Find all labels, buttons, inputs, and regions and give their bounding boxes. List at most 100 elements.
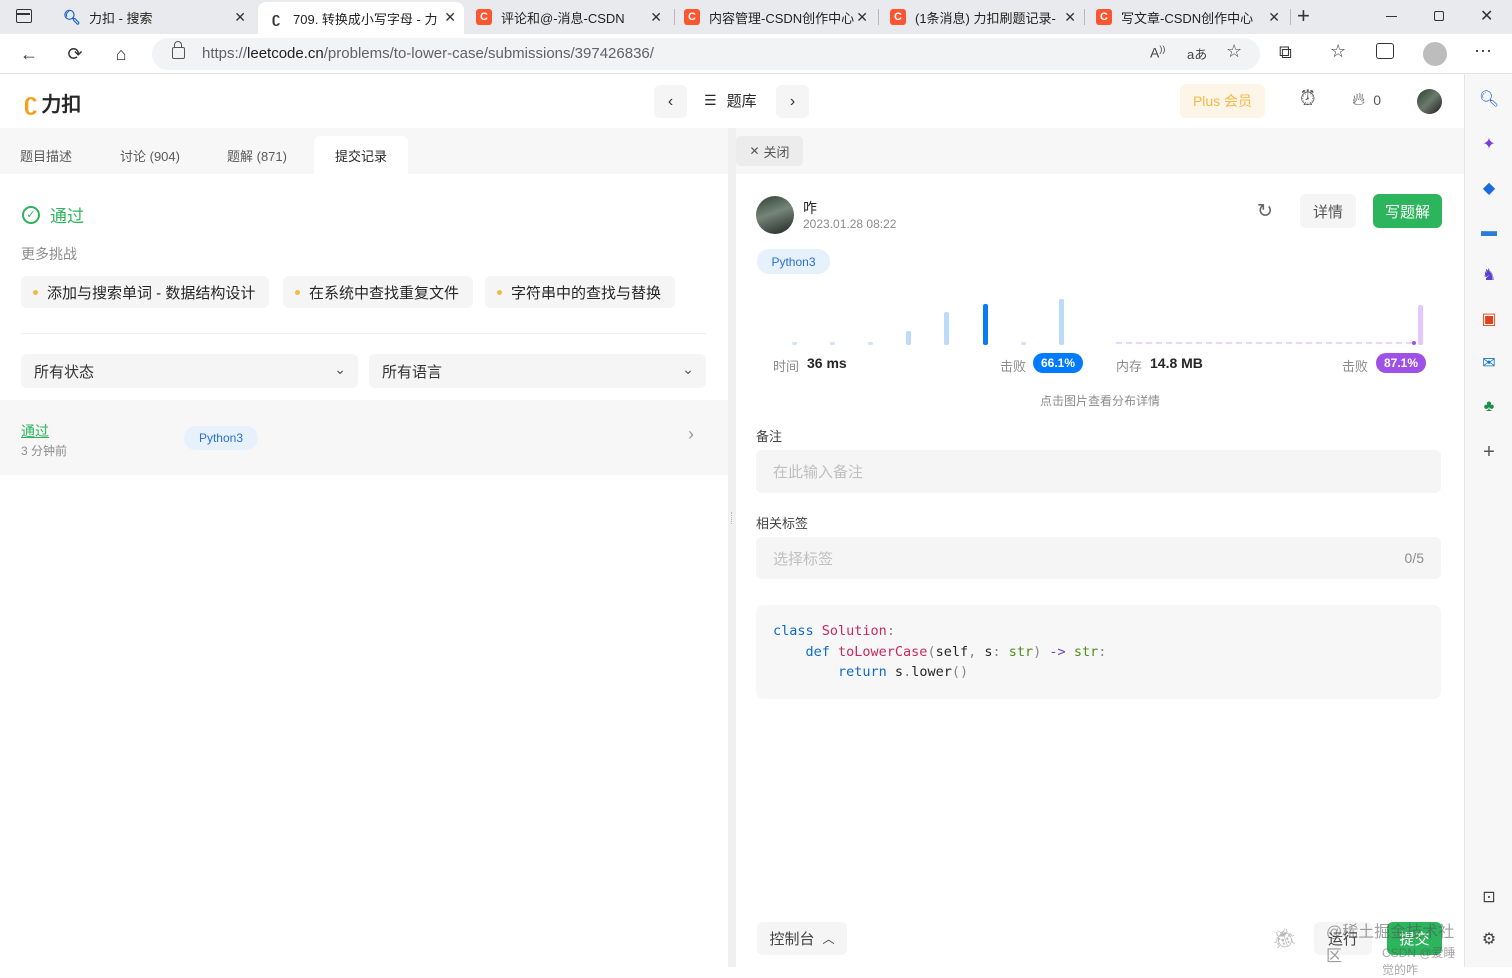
write-solution-button[interactable]: 写题解	[1373, 194, 1442, 228]
challenge-chip[interactable]: 添加与搜索单词 - 数据结构设计	[21, 276, 270, 308]
prev-problem-button[interactable]: ‹	[654, 85, 687, 118]
user-avatar[interactable]	[756, 196, 794, 234]
notes-input[interactable]: 在此输入备注	[756, 450, 1441, 493]
office-icon[interactable]: ▣	[1479, 309, 1499, 329]
beat-label: 击败	[1000, 359, 1027, 374]
profile-avatar[interactable]	[1423, 42, 1447, 66]
url-text: https://leetcode.cn/problems/to-lower-ca…	[202, 45, 654, 62]
memory-label: 内存	[1116, 359, 1143, 374]
close-icon: ✕	[749, 144, 760, 158]
restore-button[interactable]	[1434, 11, 1444, 21]
tab-solutions[interactable]: 题解 (871)	[216, 136, 298, 174]
home-icon[interactable]: ⌂	[109, 42, 133, 66]
time-value: 36 ms	[807, 355, 847, 371]
tab-title: 力扣 - 搜索	[89, 10, 153, 26]
lock-icon[interactable]	[172, 41, 185, 59]
more-menu-icon[interactable]: ···	[1474, 40, 1492, 61]
browser-tab-leetcode[interactable]: ʗ 709. 转换成小写字母 - 力 ✕	[258, 2, 464, 34]
next-problem-button[interactable]: ›	[776, 85, 809, 118]
debug-icon[interactable]: 🐞︎	[1272, 926, 1297, 951]
translate-icon[interactable]: aあ	[1187, 44, 1207, 63]
left-panel: 题目描述 讨论 (904) 题解 (871) 提交记录 ✓ 通过 更多挑战 添加…	[0, 128, 728, 967]
close-icon[interactable]: ✕	[1268, 9, 1280, 26]
memory-beat-badge: 87.1%	[1376, 353, 1426, 373]
collections-icon[interactable]	[1376, 43, 1394, 59]
outlook-icon[interactable]: ✉	[1479, 353, 1499, 373]
close-icon[interactable]: ✕	[1064, 9, 1076, 26]
details-button[interactable]: 详情	[1300, 194, 1356, 228]
plus-membership-button[interactable]: Plus 会员	[1180, 84, 1265, 118]
browser-address-bar: ← ⟳ ⌂ https://leetcode.cn/problems/to-lo…	[0, 34, 1512, 74]
tree-icon[interactable]: ♣	[1479, 397, 1499, 417]
back-icon[interactable]: ←	[17, 42, 41, 66]
streak-count: 0	[1373, 91, 1382, 108]
browser-tab-search[interactable]: 🔍︎ 力扣 - 搜索 ✕	[54, 2, 254, 32]
sparkle-icon[interactable]: ✦	[1479, 134, 1499, 154]
code-line: def toLowerCase(self, s: str) -> str:	[773, 643, 1107, 660]
extensions-icon[interactable]: ⧉	[1279, 42, 1292, 63]
close-icon[interactable]: ✕	[856, 9, 868, 26]
share-icon[interactable]: ↻	[1257, 200, 1273, 223]
challenge-chip[interactable]: 在系统中查找重复文件	[283, 276, 474, 308]
streak-flame[interactable]: 🔥︎ 0	[1352, 89, 1381, 110]
user-name: 咋	[803, 200, 817, 216]
chevron-right-icon: ›	[688, 424, 694, 444]
browser-tab-csdn-article[interactable]: C (1条消息) 力扣刷题记录- ✕	[880, 2, 1084, 32]
read-aloud-icon[interactable]: A))	[1150, 44, 1165, 61]
challenge-chip[interactable]: 字符串中的查找与替换	[485, 276, 676, 308]
tab-title: 709. 转换成小写字母 - 力	[293, 11, 438, 27]
search-icon[interactable]: 🔍︎	[1479, 89, 1499, 109]
dot-icon	[33, 289, 38, 295]
alarm-clock-icon[interactable]: ⏰︎	[1300, 88, 1316, 111]
problem-list-button[interactable]: ☰ 题库	[704, 90, 757, 111]
csdn-icon: C	[476, 9, 492, 25]
close-detail-tab[interactable]: ✕ 关闭	[736, 136, 803, 166]
console-button[interactable]: 控制台 ︿	[757, 922, 847, 955]
submission-row[interactable]: 通过 3 分钟前 Python3 ›	[0, 400, 728, 475]
minimize-button[interactable]	[1386, 16, 1397, 18]
logo-text: 力扣	[41, 94, 82, 116]
shopping-tag-icon[interactable]: ◆	[1479, 178, 1499, 198]
more-challenges-label: 更多挑战	[21, 246, 77, 262]
games-icon[interactable]: ♞	[1479, 265, 1499, 285]
close-icon[interactable]: ✕	[234, 9, 246, 26]
memory-value: 14.8 MB	[1150, 355, 1203, 371]
runtime-distribution-chart[interactable]	[772, 288, 1072, 346]
language-filter-select[interactable]: 所有语言 ⌄	[369, 354, 706, 388]
new-tab-button[interactable]: +	[1297, 3, 1310, 29]
gear-icon[interactable]: ⚙	[1479, 929, 1499, 949]
dot-icon	[295, 289, 300, 295]
status-filter-select[interactable]: 所有状态 ⌄	[21, 354, 358, 388]
tags-select[interactable]: 选择标签 0/5	[756, 537, 1441, 579]
tags-placeholder: 选择标签	[773, 550, 834, 568]
leetcode-logo-icon: ʗ	[24, 88, 38, 116]
favorites-icon[interactable]: ☆	[1330, 41, 1346, 62]
refresh-icon[interactable]: ⟳	[63, 42, 87, 66]
sidebar-toggle-icon[interactable]: ⊡	[1479, 887, 1499, 907]
url-field[interactable]: https://leetcode.cn/problems/to-lower-ca…	[152, 38, 1260, 70]
right-tab-bar: ✕ 关闭	[736, 128, 1464, 174]
tab-submissions[interactable]: 提交记录	[314, 136, 408, 174]
favorite-add-icon[interactable]: ☆	[1226, 41, 1242, 62]
browser-tab-csdn-content[interactable]: C 内容管理-CSDN创作中心 ✕	[674, 2, 876, 32]
console-label: 控制台	[769, 931, 815, 948]
close-icon[interactable]: ✕	[444, 9, 456, 26]
browser-tab-csdn-write[interactable]: C 写文章-CSDN创作中心 ✕	[1086, 2, 1288, 32]
tab-title: 写文章-CSDN创作中心	[1121, 10, 1254, 26]
code-line: class Solution:	[773, 623, 895, 639]
panel-resizer[interactable]	[728, 128, 736, 967]
close-window-button[interactable]: ✕	[1480, 6, 1493, 26]
code-block[interactable]: class Solution: def toLowerCase(self, s:…	[756, 605, 1441, 699]
chevron-up-icon: ︿	[822, 932, 835, 946]
browser-tab-csdn-comments[interactable]: C 评论和@-消息-CSDN ✕	[466, 2, 670, 32]
tab-description[interactable]: 题目描述	[10, 136, 82, 174]
memory-distribution-chart[interactable]	[1116, 298, 1426, 346]
tab-actions-icon[interactable]	[16, 9, 32, 23]
add-icon[interactable]: +	[1479, 441, 1499, 463]
tab-discussion[interactable]: 讨论 (904)	[110, 136, 190, 174]
logo[interactable]: ʗ 力扣	[24, 88, 81, 117]
user-avatar[interactable]	[1417, 89, 1442, 114]
close-icon[interactable]: ✕	[650, 9, 662, 26]
toolbox-icon[interactable]: ▬	[1479, 222, 1499, 242]
left-tab-bar: 题目描述 讨论 (904) 题解 (871) 提交记录	[0, 128, 728, 174]
